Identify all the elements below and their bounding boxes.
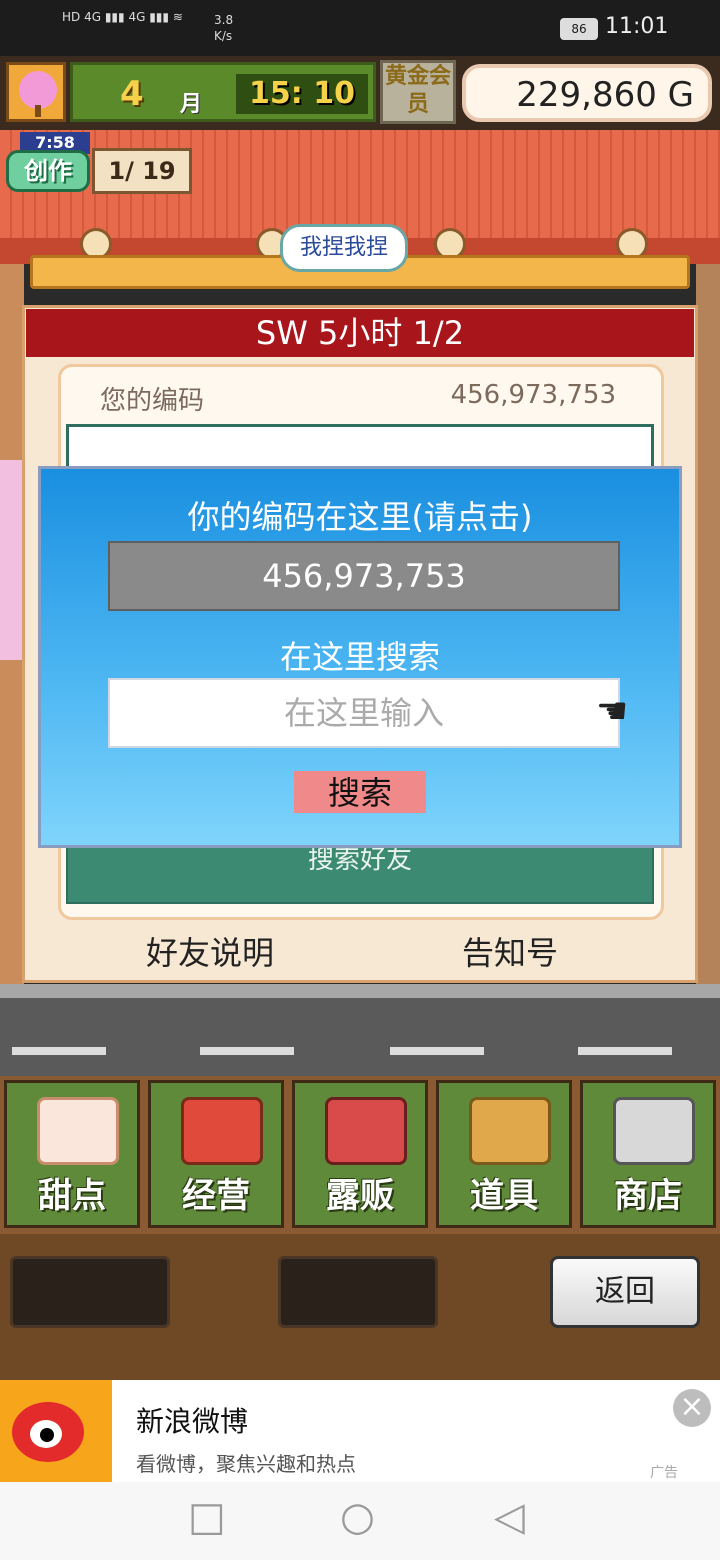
panel-title: SW 5小时 1/2 [26, 309, 694, 357]
ad-subtitle: 看微博，聚焦兴趣和热点 [136, 1452, 356, 1476]
road-dash [578, 1047, 672, 1055]
month-value: 4 [120, 74, 144, 114]
shop-icon [181, 1097, 263, 1165]
recent-apps-icon[interactable]: □ [188, 1494, 226, 1540]
your-code-label: 您的编码 [100, 386, 205, 416]
friend-help-button[interactable]: 好友说明 [100, 928, 320, 974]
menu-item-items[interactable]: 道具 [436, 1080, 572, 1228]
item-bag-icon [469, 1097, 551, 1165]
dialog-search-label: 在这里搜索 [279, 638, 440, 676]
ad-title: 新浪微博 [136, 1405, 249, 1438]
close-icon[interactable]: × [673, 1389, 711, 1427]
empty-slot [278, 1256, 438, 1328]
tree-avatar-icon[interactable] [6, 62, 66, 122]
signal-icons: HD 4G ▮▮▮ 4G ▮▮▮ ≋ [62, 10, 183, 24]
road-dash [12, 1047, 106, 1055]
menu-label: 甜点 [38, 1176, 106, 1216]
your-code-value: 456,973,753 [450, 380, 616, 410]
food-truck-icon [325, 1097, 407, 1165]
home-icon[interactable]: ○ [340, 1494, 375, 1540]
battery-icon: 86 [560, 18, 598, 40]
dialog-title: 你的编码在这里(请点击) [187, 498, 533, 536]
status-bar: HD 4G ▮▮▮ 4G ▮▮▮ ≋ 3.8 K/s 86 11:01 [0, 0, 720, 56]
menu-item-stall[interactable]: 露贩 [292, 1080, 428, 1228]
status-time: 11:01 [605, 14, 669, 39]
menu-item-dessert[interactable]: 甜点 [4, 1080, 140, 1228]
cake-icon [37, 1097, 119, 1165]
menu-item-manage[interactable]: 经营 [148, 1080, 284, 1228]
cart-icon [613, 1097, 695, 1165]
search-input[interactable]: 在这里输入 [108, 678, 620, 748]
notice-number-button[interactable]: 告知号 [400, 928, 620, 974]
network-speed: 3.8 K/s [214, 13, 234, 43]
pointing-hand-icon: ☚ [596, 691, 629, 732]
cherry-tree [0, 460, 24, 660]
menu-item-store[interactable]: 商店 [580, 1080, 716, 1228]
menu-label: 商店 [614, 1176, 682, 1216]
ad-tag: 广告 [650, 1465, 678, 1481]
road-dash [390, 1047, 484, 1055]
month-label: 月 [180, 92, 203, 117]
create-count: 1/ 19 [92, 148, 192, 194]
dialog-code-field[interactable]: 456,973,753 [108, 541, 620, 611]
road-dash [200, 1047, 294, 1055]
game-time: 15: 10 [236, 74, 368, 114]
empty-slot [10, 1256, 170, 1328]
search-button[interactable]: 搜索 [294, 771, 426, 813]
sidewalk [0, 984, 720, 998]
menu-label: 露贩 [326, 1176, 394, 1216]
back-nav-icon[interactable]: ◁ [494, 1494, 525, 1540]
create-button[interactable]: 创作 [6, 150, 90, 192]
weibo-logo-icon [0, 1380, 112, 1482]
menu-label: 道具 [470, 1176, 538, 1216]
search-friends-button[interactable]: 搜索好友 [68, 840, 652, 902]
back-button[interactable]: 返回 [550, 1256, 700, 1328]
scene-right-edge [696, 264, 720, 984]
gold-member-badge[interactable]: 黄金会员 [380, 60, 456, 124]
speech-bubble[interactable]: 我捏我捏 [280, 224, 408, 272]
money-display: 229,860 G [462, 64, 712, 122]
menu-label: 经营 [182, 1176, 250, 1216]
